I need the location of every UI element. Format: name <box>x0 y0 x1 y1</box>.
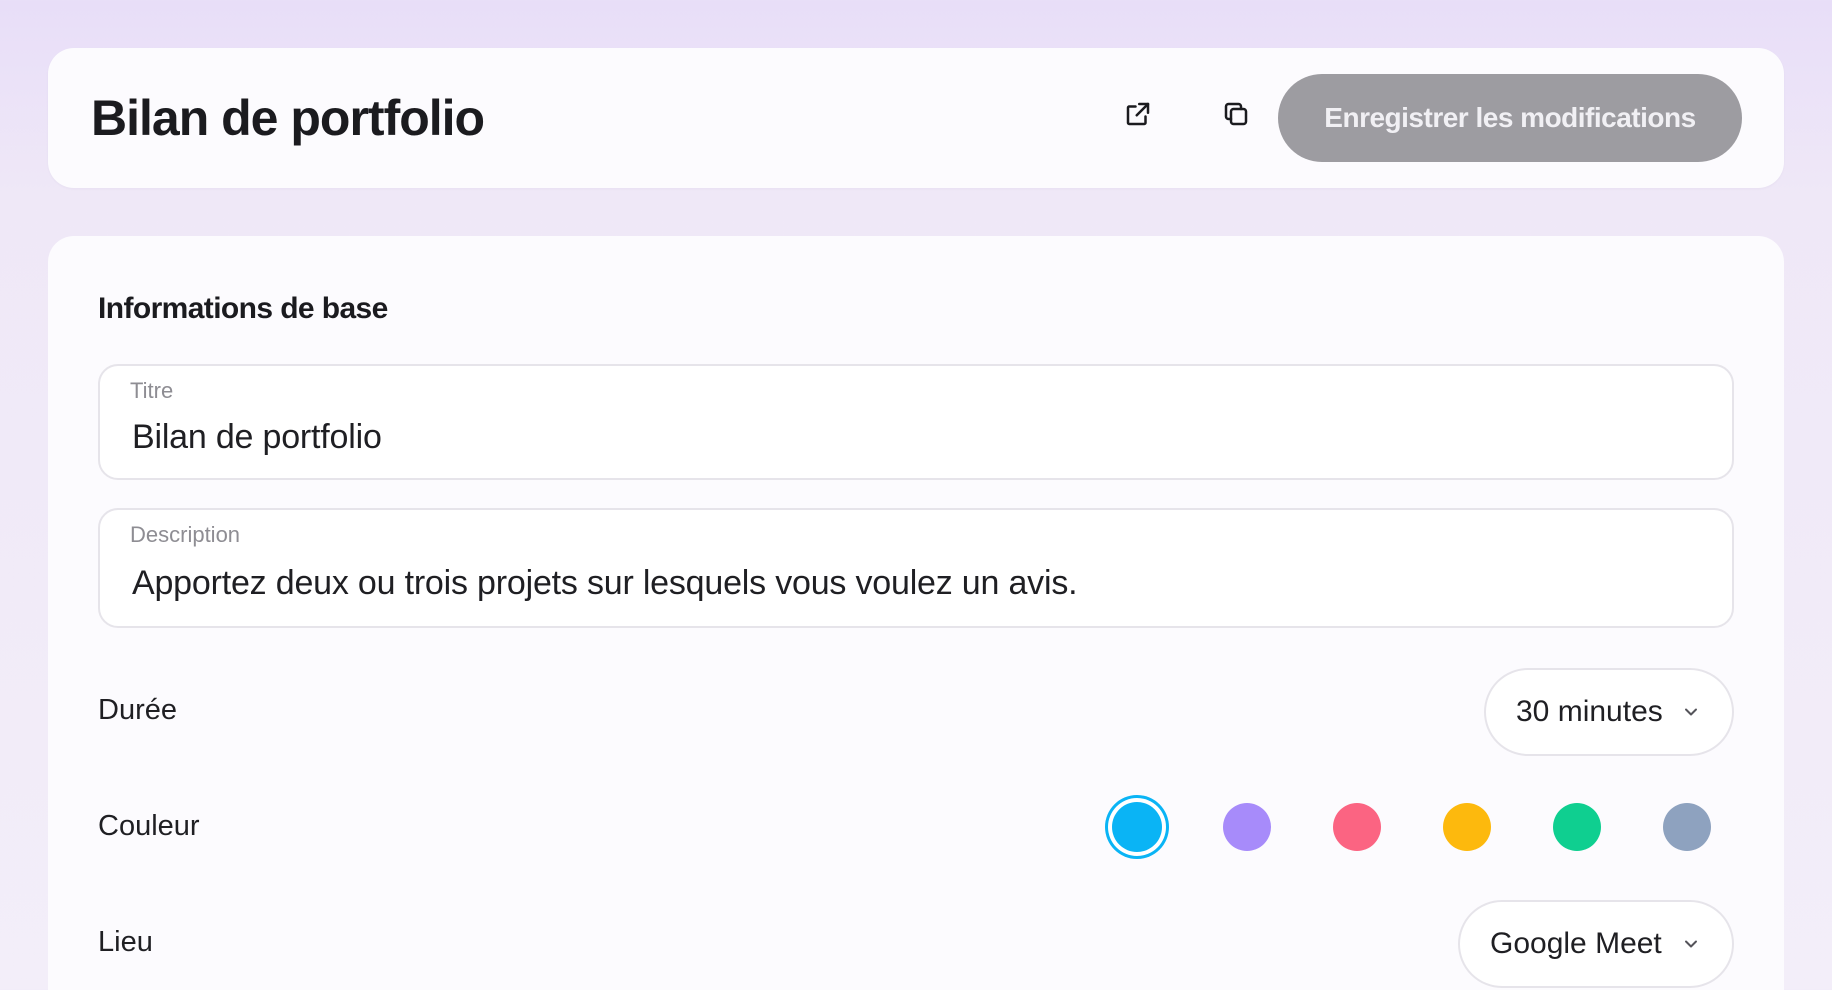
color-label: Couleur <box>98 810 200 842</box>
location-value: Google Meet <box>1490 927 1662 960</box>
color-swatch-dot <box>1333 803 1381 851</box>
external-link-icon <box>1123 99 1153 134</box>
title-field-label: Titre <box>130 378 174 403</box>
basic-info-card: Informations de base Titre Bilan de port… <box>48 236 1784 990</box>
open-external-button[interactable] <box>1112 90 1164 142</box>
color-swatch-dot <box>1553 803 1601 851</box>
color-swatch-pink[interactable] <box>1326 796 1388 858</box>
page-title: Bilan de portfolio <box>91 90 485 146</box>
color-swatch-dot <box>1663 803 1711 851</box>
color-swatches <box>1106 796 1718 858</box>
color-swatch-dot <box>1223 803 1271 851</box>
chevron-down-icon <box>1680 933 1702 955</box>
location-label: Lieu <box>98 926 153 958</box>
copy-icon <box>1221 99 1251 134</box>
duration-value: 30 minutes <box>1516 695 1663 728</box>
header-card: Bilan de portfolio Enregistrer les modif… <box>48 48 1784 188</box>
description-field[interactable]: Description Apportez deux ou trois proje… <box>98 508 1734 628</box>
color-swatch-dot <box>1443 803 1491 851</box>
description-field-label: Description <box>130 522 241 547</box>
location-select[interactable]: Google Meet <box>1458 900 1734 988</box>
color-swatch-purple[interactable] <box>1216 796 1278 858</box>
title-field-value[interactable]: Bilan de portfolio <box>132 418 382 457</box>
color-swatch-dot <box>1112 802 1162 852</box>
description-field-value[interactable]: Apportez deux ou trois projets sur lesqu… <box>132 564 1078 603</box>
chevron-down-icon <box>1680 701 1702 723</box>
color-swatch-green[interactable] <box>1546 796 1608 858</box>
section-title: Informations de base <box>98 292 388 325</box>
duration-label: Durée <box>98 694 177 726</box>
title-field[interactable]: Titre Bilan de portfolio <box>98 364 1734 480</box>
color-swatch-slate[interactable] <box>1656 796 1718 858</box>
save-changes-button[interactable]: Enregistrer les modifications <box>1278 74 1742 162</box>
color-swatch-blue[interactable] <box>1106 796 1168 858</box>
color-swatch-amber[interactable] <box>1436 796 1498 858</box>
copy-button[interactable] <box>1210 90 1262 142</box>
duration-select[interactable]: 30 minutes <box>1484 668 1734 756</box>
